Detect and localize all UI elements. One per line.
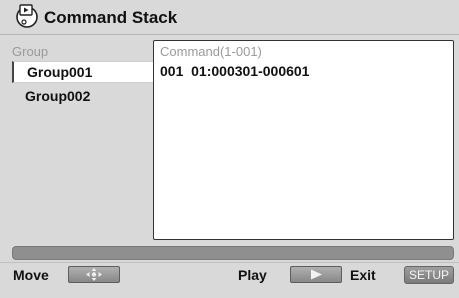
status-bar (12, 246, 454, 260)
page-title: Command Stack (44, 8, 178, 27)
move-button[interactable] (68, 266, 120, 283)
move-arrows-icon (86, 268, 102, 281)
play-button[interactable] (290, 266, 342, 283)
exit-label: Exit (350, 267, 376, 283)
control-bar: Move Play Exit SETUP (0, 262, 459, 287)
command-row-text: 001 01:000301-000601 (160, 63, 310, 79)
group-item-group001[interactable]: Group001 (12, 61, 154, 83)
setup-button[interactable]: SETUP (404, 266, 454, 284)
command-stack-screen: Command Stack Group Group001 Group002 Co… (0, 0, 459, 298)
group-list: Group001 Group002 (12, 61, 154, 109)
group-item-label: Group001 (27, 64, 93, 80)
play-icon (311, 269, 322, 280)
play-label: Play (238, 267, 267, 283)
group-item-group002[interactable]: Group002 (12, 86, 154, 106)
command-list-panel: Command(1-001) 001 01:000301-000601 (153, 40, 454, 240)
command-row[interactable]: 001 01:000301-000601 (160, 63, 309, 79)
command-column-header: Command(1-001) (160, 44, 262, 59)
group-item-label: Group002 (25, 88, 91, 104)
title-bar: Command Stack (0, 0, 459, 35)
move-label: Move (13, 267, 49, 283)
command-stack-disc-icon (14, 3, 40, 29)
group-column-header: Group (12, 44, 49, 59)
